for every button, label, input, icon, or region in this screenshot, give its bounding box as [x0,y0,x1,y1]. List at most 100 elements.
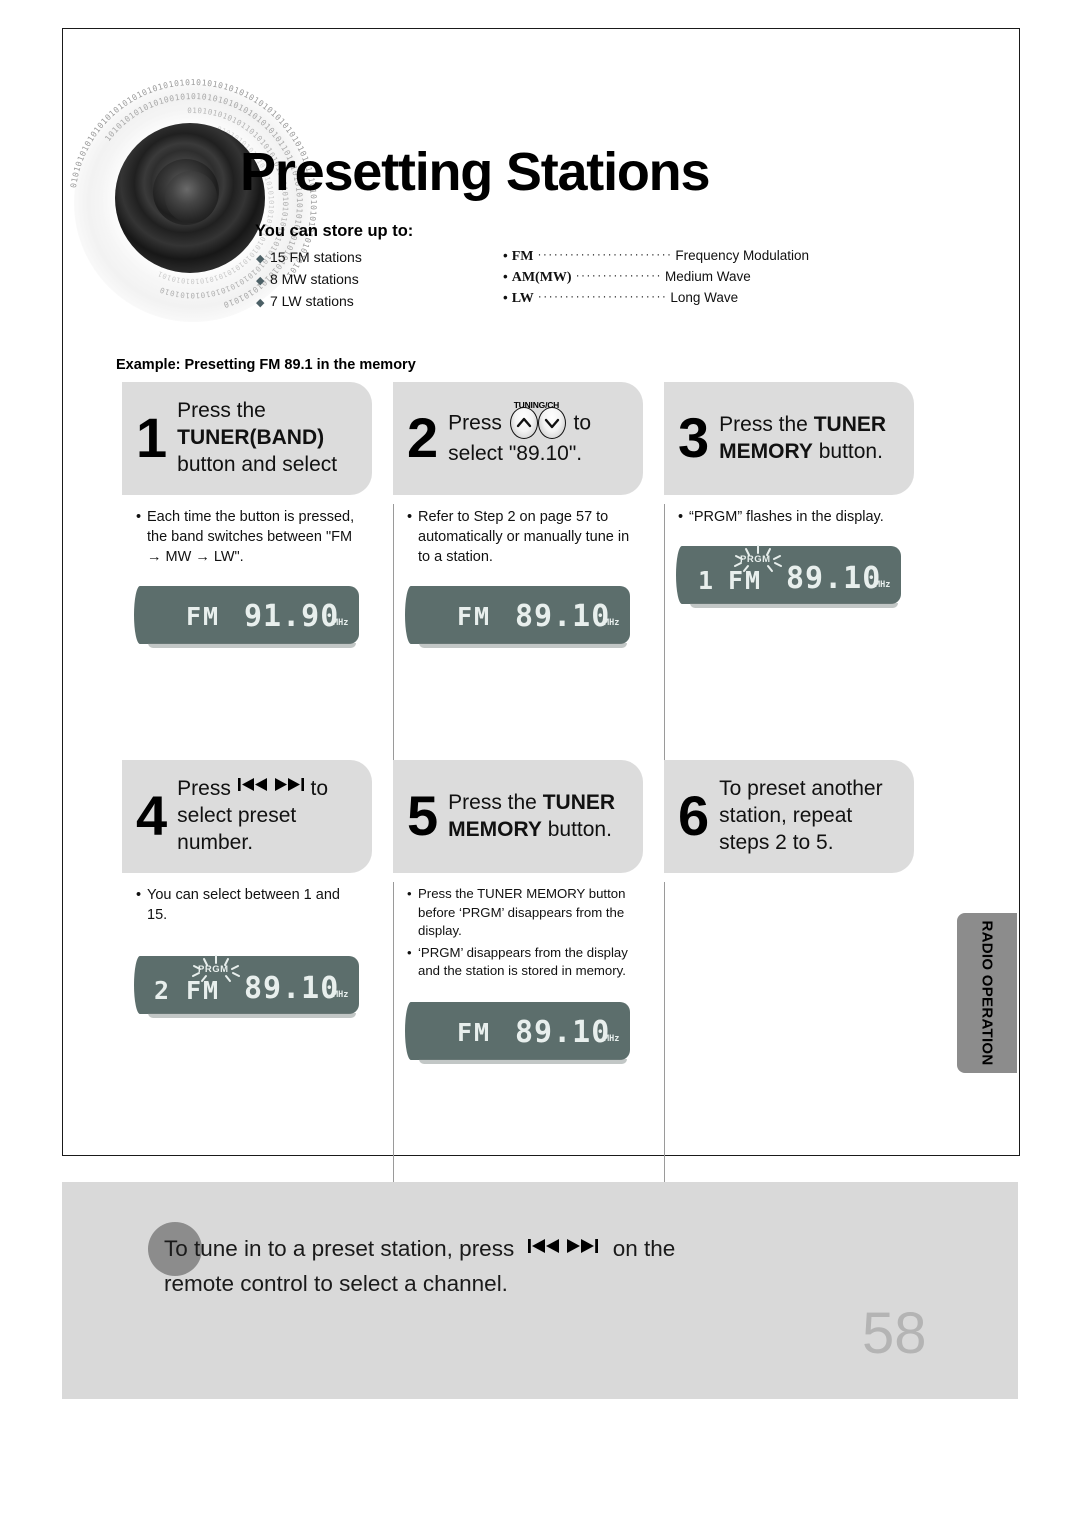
step-text-line: To preset another [719,777,883,800]
step-text-line: Press the [177,399,266,422]
note-text: You can select between 1 and 15. [147,887,340,923]
radio-operation-tab: RADIO OPERATION [957,913,1017,1073]
lcd-prgm-indicator: PRGM [198,964,229,975]
bullet-icon: • [678,509,684,525]
step-column-3: 3 Press the TUNER MEMORY button. • “PRGM… [664,382,935,644]
step-notes-5: • Press the TUNER MEMORY button before ‘… [393,873,651,990]
list-item: ◆ 7 LW stations [256,291,486,313]
step-text-line: to [573,411,592,435]
step-text-line: Press [177,776,231,800]
step-instruction: Press the TUNER MEMORY button. [448,789,615,843]
footer-text-part2: on the [612,1236,676,1261]
page-frame-top [62,28,1020,29]
tuning-buttons-icon-group: TUNING/CH [509,400,566,439]
bullet-icon: • [407,944,412,960]
list-item: ◆ 8 MW stations [256,269,486,291]
dot-leader: ················ [575,268,662,283]
lcd-display-3: PRGM 1 FM 89.10 MHz [676,545,901,608]
step-box-3: 3 Press the TUNER MEMORY button. [664,382,914,495]
bullet-icon: • [136,509,142,525]
lcd-frequency: 89.10 [244,971,340,1006]
lcd-band: FM [186,976,221,1005]
note: • Each time the button is pressed, the b… [136,507,364,567]
step-text-bold: TUNER [542,790,616,814]
chevron-down-icon[interactable] [537,407,566,439]
step-text-line: select "89.10". [448,442,583,465]
step-text-bold: TUNER(BAND) [177,426,325,449]
step-text-line: button. [541,817,612,841]
abbreviation-value: Long Wave [670,290,739,306]
speaker-dome [165,171,217,223]
step-text-line: Press [448,411,502,435]
step-number: 6 [678,783,710,847]
footer-note: To tune in to a preset station, press on… [164,1232,864,1301]
skip-buttons-icon-group [528,1231,599,1265]
abbreviation-list: • FM ························· Frequency… [503,246,809,310]
step-text-line: button and select [177,453,338,476]
lcd-frequency: 89.10 [515,599,611,634]
lcd-preset-number: 1 [698,566,716,595]
lcd-preset-number: 2 [154,976,172,1005]
page-frame-right [1019,28,1020,1156]
store-capacity-list: ◆ 15 FM stations ◆ 8 MW stations ◆ 7 LW sta… [256,247,486,313]
step-text-bold: TUNER [813,412,887,436]
diamond-bullet-icon: ◆ [256,253,265,265]
lcd-band: FM [728,566,763,595]
note-text: ‘PRGM’ disappears from the display and t… [418,944,628,979]
list-item: • LW ························ Long Wave [503,288,803,309]
skip-back-forward-icon[interactable] [237,776,304,793]
lcd-unit: MHz [333,990,349,1000]
step-box-4: 4 Press to select preset number. [122,760,372,873]
step-instruction: Press TUNING/CH to select "89.10". [448,400,592,467]
step-box-6: 6 To preset another station, repeat step… [664,760,914,873]
step-text-line: button. [812,439,883,463]
abbreviation-value: Frequency Modulation [675,248,809,263]
radio-operation-tab-label: RADIO OPERATION [978,920,996,1066]
lcd-display-5: FM 89.10 MHz [405,1001,630,1064]
step-column-2: 2 Press TUNING/CH to select "89.10". • R… [393,382,664,648]
chevron-up-icon[interactable] [509,407,538,439]
diamond-bullet-icon: ◆ [256,275,265,287]
step-box-5: 5 Press the TUNER MEMORY button. [393,760,643,873]
step-text-line: to [310,776,329,800]
step-box-2: 2 Press TUNING/CH to select "89.10". [393,382,643,495]
lcd-band: FM [457,1017,492,1047]
bullet-icon: • [503,248,508,263]
step-text-bold: MEMORY [719,439,813,463]
step-number: 5 [407,783,439,847]
step-notes-4: • You can select between 1 and 15. [122,873,380,934]
store-item-label: 15 FM stations [270,249,362,265]
lcd-shadow [148,643,356,648]
abbreviation-key: FM [511,249,534,264]
step-text-line: Press the [719,412,814,436]
lcd-unit: MHz [604,618,620,628]
list-item: • AM(MW) ················ Medium Wave [503,267,803,288]
diamond-bullet-icon: ◆ [256,297,265,309]
bullet-icon: • [503,269,508,285]
store-item-label: 7 LW stations [270,293,354,309]
bullet-icon: • [136,887,142,903]
step-number: 1 [136,405,168,469]
lcd-shadow [690,603,898,608]
step-text-line: station, repeat [719,804,853,827]
bullet-icon: • [503,290,508,306]
lcd-prgm-indicator: PRGM [740,554,771,565]
steps-grid: 1 Press the TUNER(BAND) button and selec… [122,382,937,1182]
lcd-frequency: 89.10 [515,1014,611,1050]
lcd-display-2: FM 89.10 MHz [405,586,630,648]
step-box-1: 1 Press the TUNER(BAND) button and selec… [122,382,372,495]
step-text-line: number. [177,831,254,855]
lcd-unit: MHz [333,618,349,628]
note: • Refer to Step 2 on page 57 to automati… [407,507,635,567]
lcd-display-4: PRGM 2 FM 89.10 MHz [134,955,359,1018]
lcd-frequency: 91.90 [244,599,340,634]
store-item-label: 8 MW stations [270,271,359,287]
list-item: ◆ 15 FM stations [256,247,486,269]
note: • “PRGM” flashes in the display. [678,507,906,527]
note: • You can select between 1 and 15. [136,885,364,925]
page-frame-left [62,28,63,1156]
step-instruction: Press the TUNER MEMORY button. [719,411,886,465]
step-text-line: Press the [448,790,543,814]
page-title: Presetting Stations [240,142,710,202]
skip-back-forward-icon[interactable] [528,1237,599,1255]
